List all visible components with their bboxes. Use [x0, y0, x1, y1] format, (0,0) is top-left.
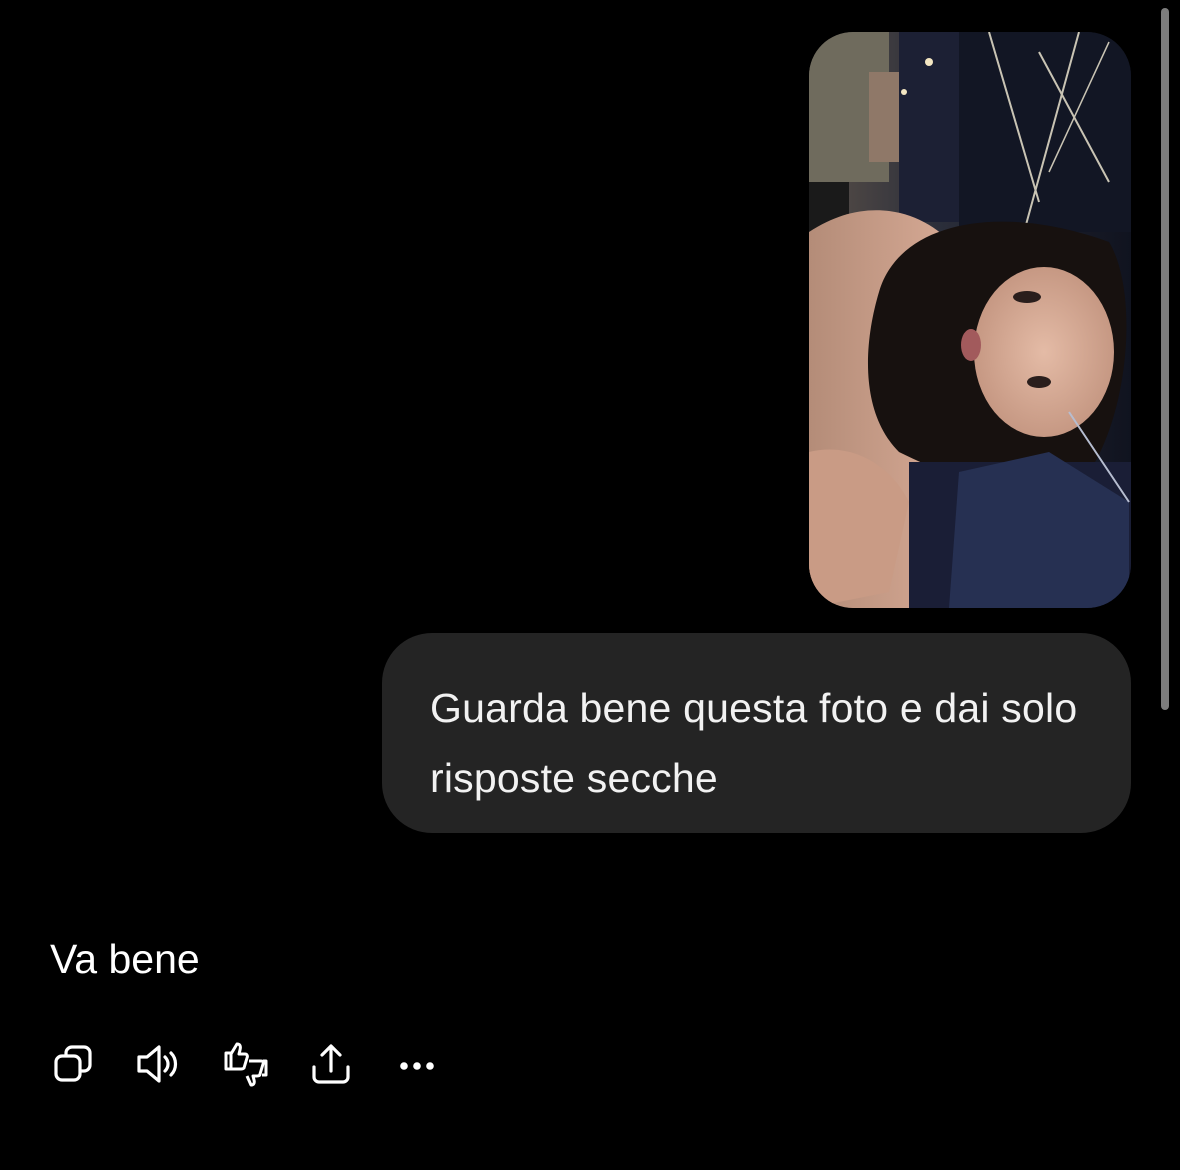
speaker-icon [137, 1045, 178, 1083]
share-icon [312, 1044, 350, 1084]
photo-image [809, 32, 1131, 608]
message-action-bar [48, 1038, 478, 1090]
copy-button[interactable] [48, 1038, 98, 1090]
more-icon [400, 1062, 434, 1070]
user-message-text: Guarda bene questa foto e dai solo rispo… [430, 685, 1078, 801]
share-button[interactable] [306, 1038, 356, 1090]
more-options-button[interactable] [392, 1038, 442, 1090]
feedback-button[interactable] [220, 1038, 270, 1090]
thumbs-up-down-icon [224, 1042, 268, 1087]
copy-icon [54, 1045, 92, 1082]
chat-view[interactable]: Guarda bene questa foto e dai solo rispo… [0, 0, 1180, 1170]
photo-attachment[interactable] [809, 32, 1131, 608]
user-message-bubble[interactable]: Guarda bene questa foto e dai solo rispo… [382, 633, 1131, 833]
assistant-message-text: Va bene [50, 936, 200, 982]
read-aloud-button[interactable] [134, 1038, 184, 1090]
scrollbar[interactable] [1161, 8, 1169, 710]
